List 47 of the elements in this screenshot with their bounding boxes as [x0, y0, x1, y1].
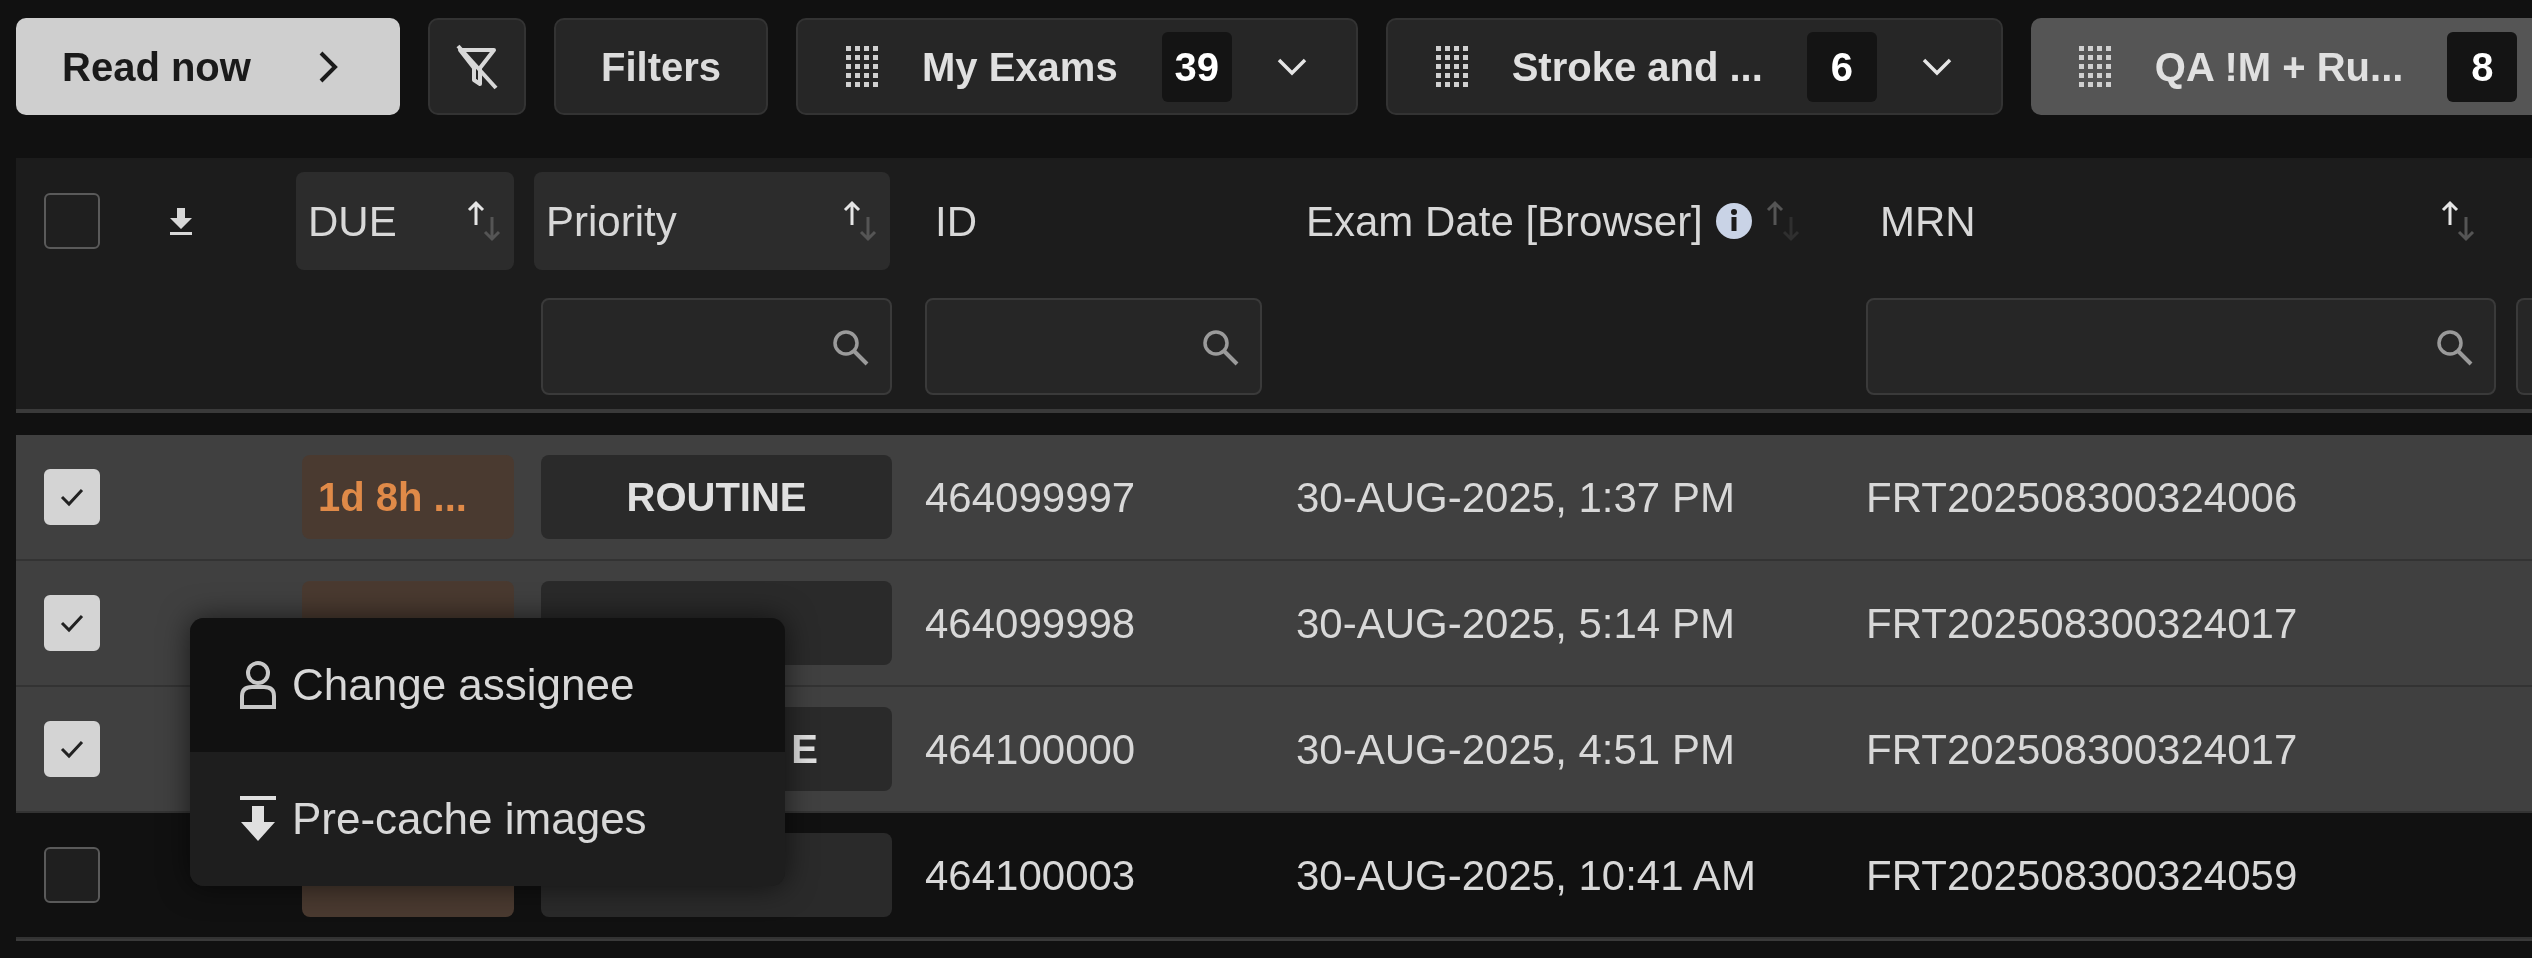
person-icon [238, 660, 278, 710]
table-cell: FRT202508300324017 [1866, 599, 2298, 647]
column-header[interactable]: Priority [534, 172, 890, 270]
chevron-down-icon[interactable] [1275, 56, 1308, 77]
table-cell: 464100000 [925, 725, 1136, 773]
worklist-tab[interactable]: Stroke and ... 6 [1385, 18, 2003, 115]
filter-field[interactable] [925, 298, 1262, 395]
drag-handle-icon[interactable] [846, 46, 878, 87]
table-cell: FRT202508300324059 [1866, 851, 2298, 899]
column-header[interactable]: DUE [296, 172, 514, 270]
filter-field[interactable] [1866, 298, 2496, 395]
filter-field[interactable] [541, 298, 892, 395]
table-cell: 30-AUG-2025, 4:51 PM [1296, 725, 1735, 773]
read-now-button[interactable]: Read now [16, 18, 400, 115]
filters-button[interactable]: Filters [554, 18, 768, 115]
column-header[interactable]: MRN [1880, 189, 1976, 253]
menu-item[interactable]: Change assignee [190, 618, 785, 752]
due-badge: 1d 8h ... [302, 455, 514, 539]
checkbox[interactable] [44, 193, 100, 249]
count-badge: 39 [1161, 31, 1232, 102]
sort-icon[interactable] [842, 199, 878, 243]
checkbox[interactable] [44, 847, 100, 903]
worklist-tab[interactable]: My Exams 39 [796, 18, 1358, 115]
chevron-down-icon[interactable] [1920, 56, 1953, 77]
table-cell: 30-AUG-2025, 10:41 AM [1296, 851, 1756, 899]
chevron-right-icon [318, 49, 338, 84]
column-header[interactable]: ID [935, 189, 977, 253]
table-cell: 30-AUG-2025, 1:37 PM [1296, 473, 1735, 521]
table-cell: 464099998 [925, 599, 1136, 647]
drag-handle-icon[interactable] [1435, 46, 1468, 87]
table-cell: 464099997 [925, 473, 1136, 521]
clear-filters-button[interactable] [428, 18, 526, 115]
table-cell: 30-AUG-2025, 5:14 PM [1296, 599, 1735, 647]
table-row[interactable]: 1d 8h ... ROUTINE 464099997 30-AUG-2025, 1:37 PM FRT202508300324006 [16, 435, 2532, 561]
count-badge: 6 [1806, 31, 1877, 102]
priority-badge: ROUTINE [541, 455, 892, 539]
sort-icon[interactable] [2440, 199, 2476, 243]
table-cell: 464100003 [925, 851, 1136, 899]
sort-icon[interactable] [466, 199, 502, 243]
table-cell: FRT202508300324006 [1866, 473, 2298, 521]
column-header[interactable]: Exam Date [Browser] [1306, 189, 1703, 253]
drag-handle-icon[interactable] [2078, 46, 2111, 87]
worklist-tab[interactable]: QA !M + Ru... 8 [2030, 18, 2532, 115]
table-cell: FRT202508300324017 [1866, 725, 2298, 773]
count-badge: 8 [2447, 31, 2518, 102]
info-icon[interactable] [1714, 202, 1753, 240]
menu-item[interactable]: Pre-cache images [190, 752, 785, 886]
